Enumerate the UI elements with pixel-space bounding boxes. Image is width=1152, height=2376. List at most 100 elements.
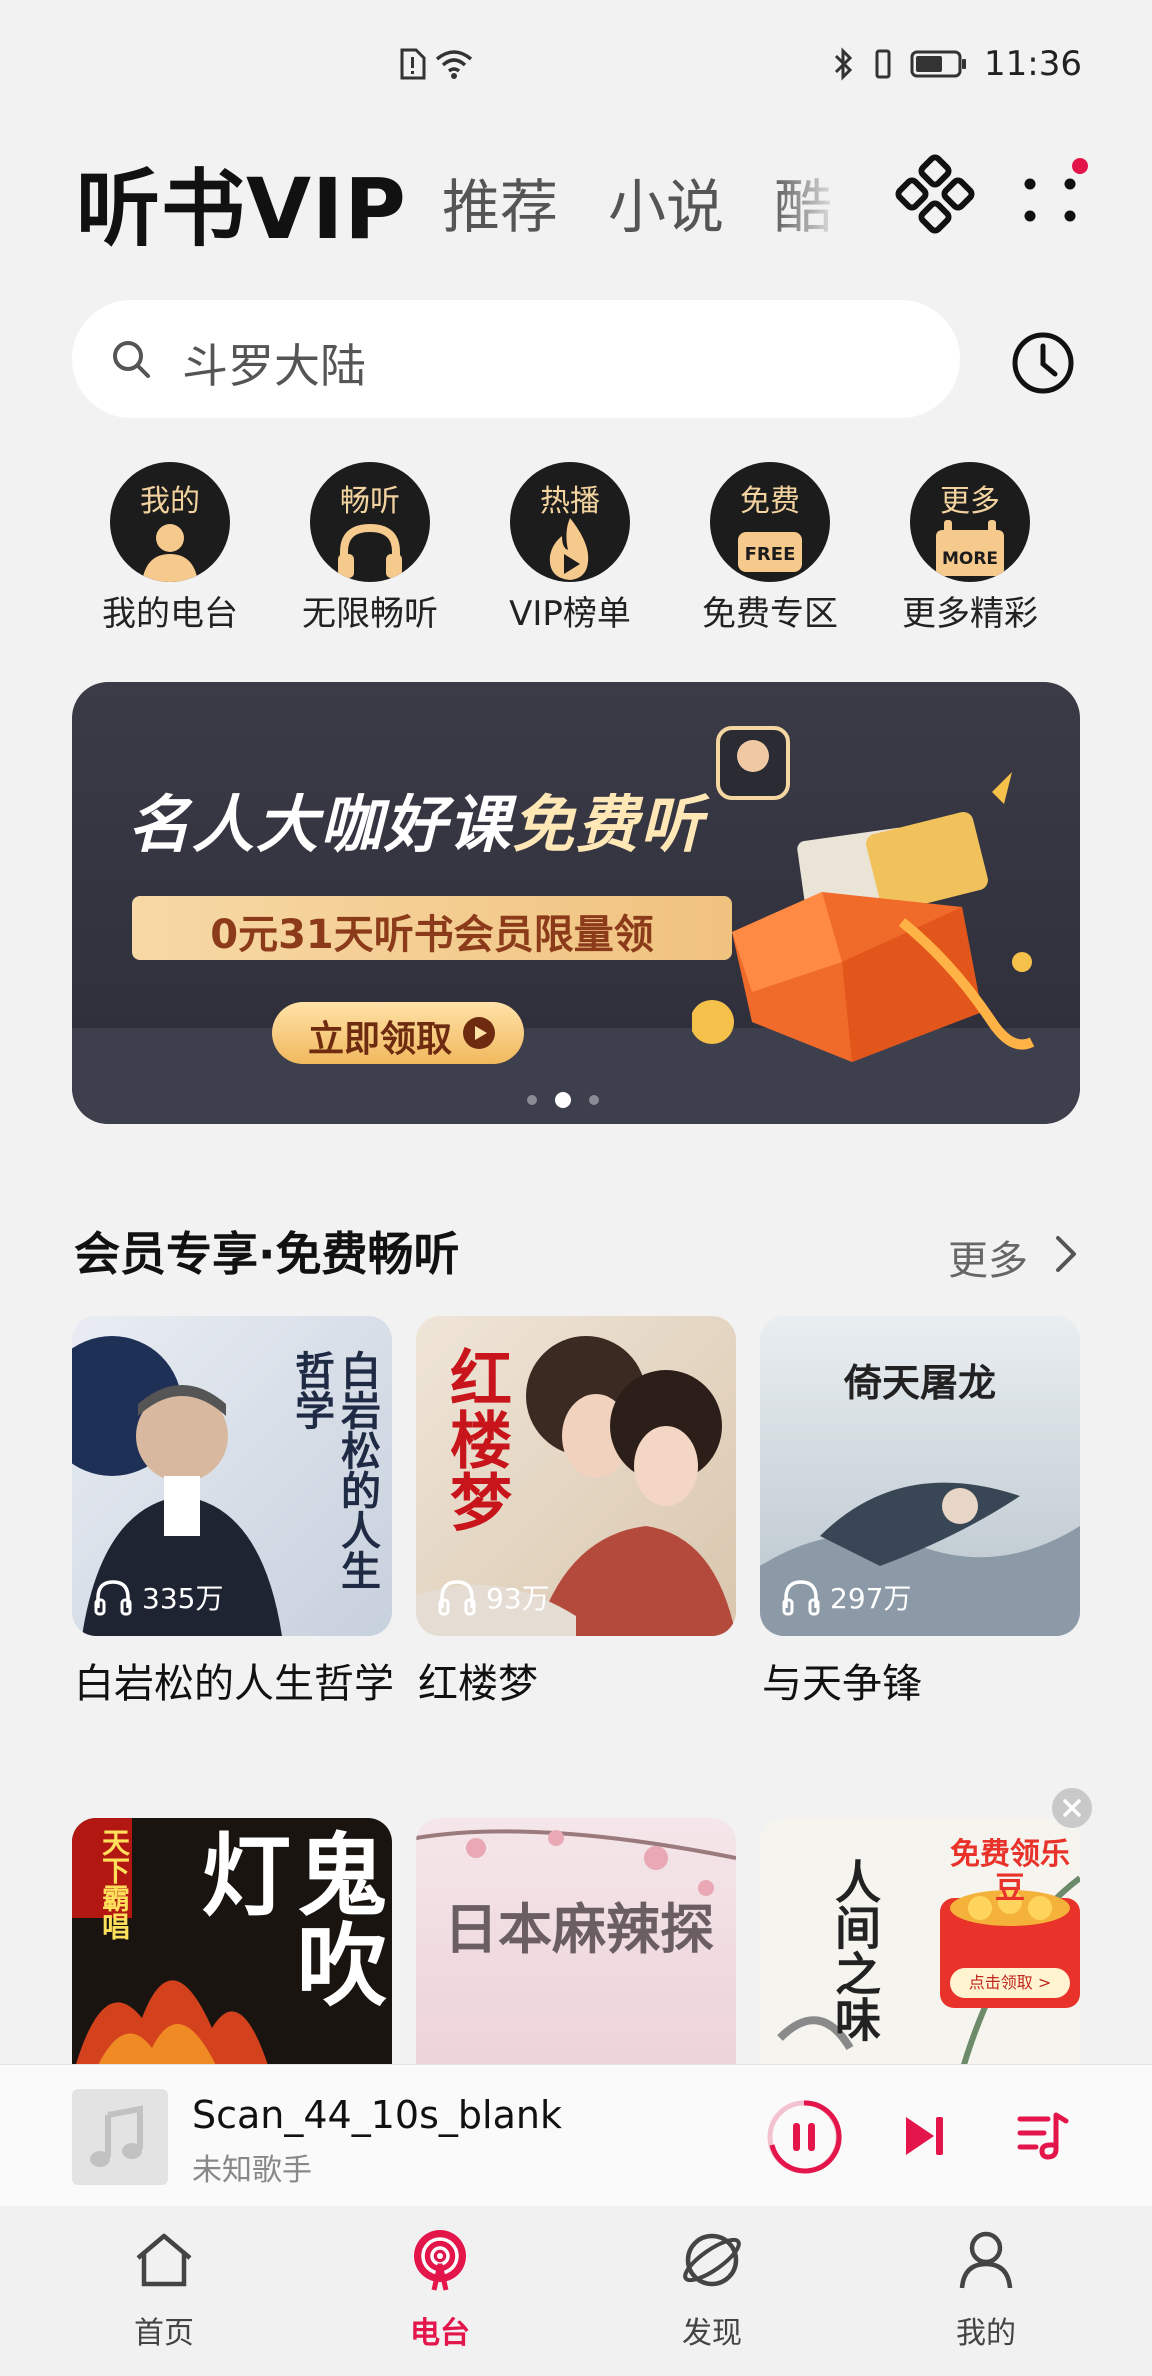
quick-label: 我的电台 — [102, 594, 238, 634]
promo-banner[interactable]: 名人大咖好课免费听 0元31天听书会员限量领 立即领取 — [72, 682, 1080, 1124]
player-artist: 未知歌手 — [192, 2153, 312, 2188]
more-tag-icon: MORE — [936, 520, 1004, 576]
headphones-icon — [94, 1580, 132, 1616]
pause-button[interactable] — [766, 2099, 842, 2175]
headphones-icon — [338, 523, 402, 578]
nav-label: 我的 — [956, 2316, 1016, 2351]
player-artwork — [72, 2089, 168, 2185]
book-cover-text: 白岩松的人生哲学 — [288, 1350, 381, 1590]
quick-entries: 我的 我的电台 畅听 无限畅听 热播 VIP榜单 免费 FREE 免费专区 更多… — [70, 462, 1090, 634]
search-placeholder: 斗罗大陆 — [182, 339, 366, 393]
free-tag-icon: FREE — [738, 532, 802, 572]
sim-alert-icon — [400, 48, 426, 80]
playlist-queue-icon[interactable] — [1016, 2109, 1070, 2163]
quick-badge: 热播 — [510, 462, 630, 582]
player-track-title: Scan_44_10s_blank — [192, 2093, 562, 2137]
tab-recommend[interactable]: 推荐 — [442, 160, 558, 240]
banner-headline-a: 名人大咖好课 — [128, 788, 513, 861]
status-time: 11:36 — [984, 44, 1082, 84]
book-cover: 倚天屠龙 297万 — [760, 1316, 1080, 1636]
tab-cool[interactable]: 酷 — [774, 160, 832, 240]
quick-badge: 我的 — [110, 462, 230, 582]
banner-headline: 名人大咖好课免费听 — [128, 774, 704, 864]
banner-ribbon: 0元31天听书会员限量领 — [132, 896, 732, 960]
play-count-text: 297万 — [830, 1582, 912, 1615]
quick-label: VIP榜单 — [509, 594, 631, 634]
banner-cta-button[interactable]: 立即领取 — [272, 1002, 524, 1064]
more-menu-icon[interactable] — [1010, 154, 1090, 234]
quick-entry-my-radio[interactable]: 我的 我的电台 — [70, 462, 270, 634]
search-icon — [113, 341, 150, 378]
music-note-icon — [90, 2105, 143, 2167]
play-count: 335万 — [92, 1576, 223, 1618]
apps-grid-icon[interactable] — [895, 154, 975, 234]
quick-badge: 畅听 — [310, 462, 430, 582]
promo-title: 免费领乐豆 — [950, 1837, 1070, 1906]
book-cover-row2[interactable]: 天下霸唱 鬼吹灯 — [72, 1818, 392, 2078]
chevron-right-icon[interactable] — [1052, 1232, 1080, 1276]
app-header: 听书VIP 推荐 小说 酷 — [0, 140, 1152, 258]
nav-profile[interactable]: 我的 — [896, 2228, 1076, 2368]
play-count: 297万 — [780, 1576, 911, 1618]
battery-icon — [910, 50, 967, 78]
close-promo-button[interactable] — [1052, 1788, 1092, 1828]
history-clock-icon[interactable] — [1010, 330, 1076, 396]
quick-entry-vip-chart[interactable]: 热播 VIP榜单 — [470, 462, 670, 634]
bottom-navigation: 首页 电台 发现 我的 — [0, 2206, 1152, 2376]
book-title: 红楼梦 — [418, 1661, 538, 1707]
book-cover-text: 人间之味 — [828, 1858, 882, 2042]
play-count-text: 93万 — [486, 1582, 550, 1615]
quick-badge: 更多 MORE — [910, 462, 1030, 582]
carousel-dot — [589, 1095, 599, 1105]
wifi-icon — [435, 50, 473, 79]
play-circle-icon — [463, 1017, 495, 1049]
radio-icon — [414, 2230, 466, 2291]
play-count: 93万 — [436, 1576, 550, 1618]
book-cover: 白岩松的人生哲学 335万 — [72, 1316, 392, 1636]
person-icon — [142, 524, 198, 582]
book-cover: 红楼梦 93万 — [416, 1316, 736, 1636]
book-title: 与天争锋 — [762, 1661, 922, 1707]
book-cover-row2[interactable]: 人间之味 免费领乐豆 点击领取 > — [760, 1818, 1080, 2078]
banner-cta-label: 立即领取 — [308, 1019, 453, 1060]
book-card[interactable]: 红楼梦 93万 红楼梦 — [416, 1316, 736, 1776]
close-icon — [1063, 1799, 1081, 1817]
book-card[interactable]: 倚天屠龙 297万 与天争锋 — [760, 1316, 1080, 1776]
vibrate-icon — [875, 49, 891, 79]
tab-novel[interactable]: 小说 — [608, 160, 724, 240]
quick-label: 无限畅听 — [302, 594, 438, 634]
status-left — [398, 48, 474, 80]
carousel-dot-active — [555, 1092, 571, 1108]
category-tabs: 推荐 小说 酷 — [442, 160, 842, 240]
book-cover-text: 倚天屠龙 — [843, 1360, 996, 1405]
more-tag-text: MORE — [942, 549, 998, 569]
section-more-link[interactable]: 更多 — [948, 1228, 1028, 1286]
page-title: 听书VIP — [76, 160, 407, 258]
book-card[interactable]: 白岩松的人生哲学 335万 白岩松的人生哲学 — [72, 1316, 394, 1776]
flame-play-icon — [549, 518, 589, 580]
quick-label: 免费专区 — [702, 594, 838, 634]
book-cover-side-text: 天下霸唱 — [98, 1828, 131, 1940]
book-title: 白岩松的人生哲学 — [74, 1661, 394, 1707]
nav-discover[interactable]: 发现 — [622, 2228, 802, 2368]
quick-entry-more[interactable]: 更多 MORE 更多精彩 — [870, 462, 1070, 634]
nav-label: 发现 — [682, 2316, 742, 2351]
headphones-icon — [438, 1580, 476, 1616]
gift-box-illustration — [692, 726, 1035, 1062]
banner-subtitle: 0元31天听书会员限量领 — [210, 912, 654, 958]
promo-cta[interactable]: 点击领取 > — [950, 1968, 1070, 1998]
quick-entry-unlimited[interactable]: 畅听 无限畅听 — [270, 462, 470, 634]
next-track-icon[interactable] — [900, 2109, 948, 2163]
quick-badge: 免费 FREE — [710, 462, 830, 582]
nav-label: 首页 — [134, 2316, 194, 2351]
promo-red-packet[interactable]: 免费领乐豆 点击领取 > — [940, 1838, 1080, 2018]
nav-radio[interactable]: 电台 — [350, 2228, 530, 2368]
discover-icon — [683, 2233, 741, 2287]
mini-player[interactable]: Scan_44_10s_blank 未知歌手 — [0, 2064, 1152, 2206]
home-icon — [136, 2233, 192, 2287]
search-input[interactable]: 斗罗大陆 — [72, 300, 960, 418]
book-cover-row2[interactable]: 日本麻辣探 — [416, 1818, 736, 2078]
bluetooth-icon — [834, 47, 853, 81]
nav-home[interactable]: 首页 — [74, 2228, 254, 2368]
quick-entry-free[interactable]: 免费 FREE 免费专区 — [670, 462, 870, 634]
